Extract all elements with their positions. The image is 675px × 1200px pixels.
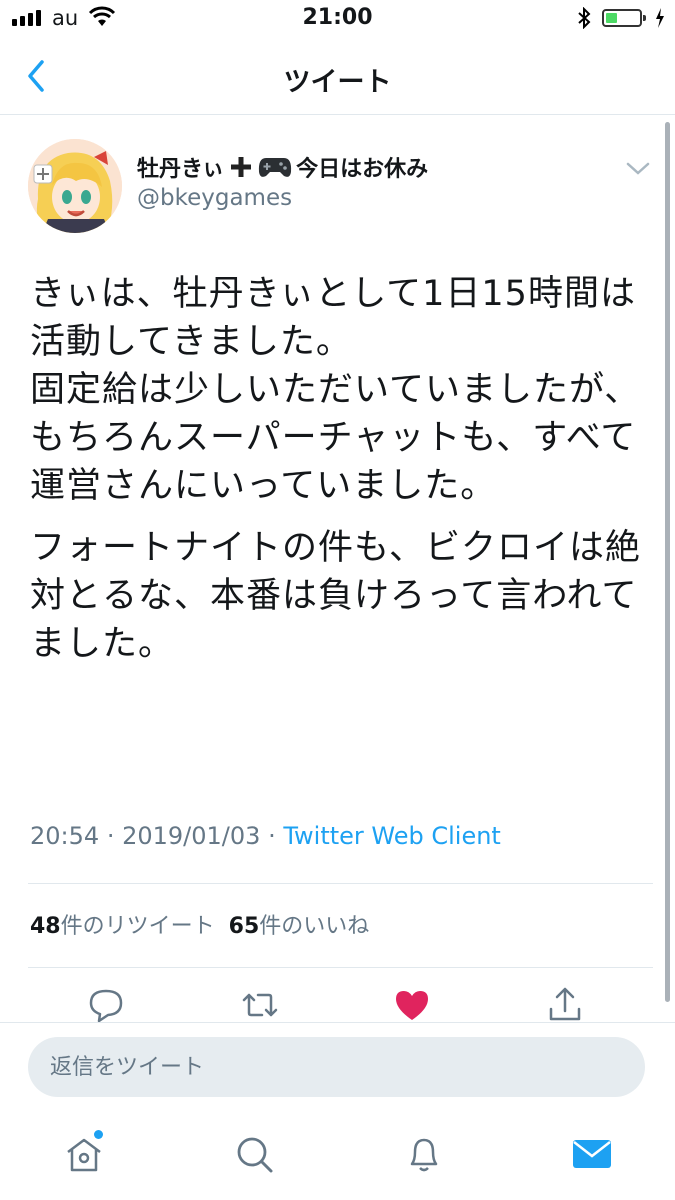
display-name-status: 今日はお休み bbox=[296, 157, 429, 182]
divider bbox=[28, 967, 653, 968]
page-title: ツイート bbox=[283, 67, 392, 98]
tweet-text: きぃは、牡丹きぃとして1日15時間は活動してきました。 固定給は少しいただいてい… bbox=[30, 270, 650, 682]
reply-input[interactable] bbox=[28, 1037, 645, 1097]
tweet-source-link[interactable]: Twitter Web Client bbox=[283, 822, 501, 850]
retweet-count: 48 bbox=[30, 914, 61, 939]
notification-dot bbox=[94, 1130, 103, 1139]
plus-emoji-icon bbox=[231, 157, 252, 177]
user-handle[interactable]: @bkeygames bbox=[137, 185, 292, 211]
meta-separator: · bbox=[268, 822, 276, 850]
game-controller-emoji-icon bbox=[259, 158, 292, 177]
bell-icon[interactable] bbox=[402, 1132, 446, 1176]
retweet-icon[interactable] bbox=[240, 985, 280, 1025]
display-name-text: 牡丹きぃ bbox=[137, 157, 225, 182]
tweet-time: 20:54 bbox=[30, 822, 100, 850]
like-stat[interactable]: 65件のいいね bbox=[229, 914, 370, 939]
meta-separator: · bbox=[106, 822, 115, 850]
nav-bar: ツイート bbox=[0, 38, 675, 115]
chevron-down-icon[interactable] bbox=[624, 157, 652, 179]
search-icon[interactable] bbox=[232, 1132, 276, 1176]
retweet-stat[interactable]: 48件のリツイート bbox=[30, 914, 215, 939]
bluetooth-icon bbox=[578, 7, 591, 29]
tweet-date: 2019/01/03 bbox=[122, 822, 261, 850]
retweet-label: 件のリツイート bbox=[60, 914, 215, 939]
tweet-metadata: 20:54 · 2019/01/03 · Twitter Web Client bbox=[30, 822, 501, 850]
reply-icon[interactable] bbox=[86, 985, 126, 1025]
like-label: 件のいいね bbox=[259, 914, 370, 939]
like-count: 65 bbox=[228, 914, 260, 939]
heart-icon[interactable] bbox=[392, 985, 432, 1025]
battery-icon bbox=[602, 9, 646, 27]
reply-bar bbox=[0, 1022, 675, 1115]
divider bbox=[28, 883, 653, 884]
display-name[interactable]: 牡丹きぃ 今日はお休み bbox=[137, 151, 428, 183]
avatar[interactable] bbox=[28, 139, 122, 233]
status-time: 21:00 bbox=[302, 5, 373, 30]
scrollbar[interactable] bbox=[665, 122, 670, 1002]
engagement-stats: 48件のリツイート 65件のいいね bbox=[30, 908, 369, 940]
tab-bar bbox=[0, 1114, 675, 1200]
tweet-paragraph: フォートナイトの件も、ビクロイは絶対とるな、本番は負けろって言われてました。 bbox=[30, 528, 641, 664]
status-bar: au 21:00 bbox=[0, 0, 675, 38]
tweet-paragraph: きぃは、牡丹きぃとして1日15時間は活動してきました。 固定給は少しいただいてい… bbox=[30, 274, 641, 506]
mail-icon[interactable] bbox=[570, 1132, 614, 1176]
share-icon[interactable] bbox=[545, 985, 585, 1025]
charging-icon bbox=[656, 8, 664, 28]
